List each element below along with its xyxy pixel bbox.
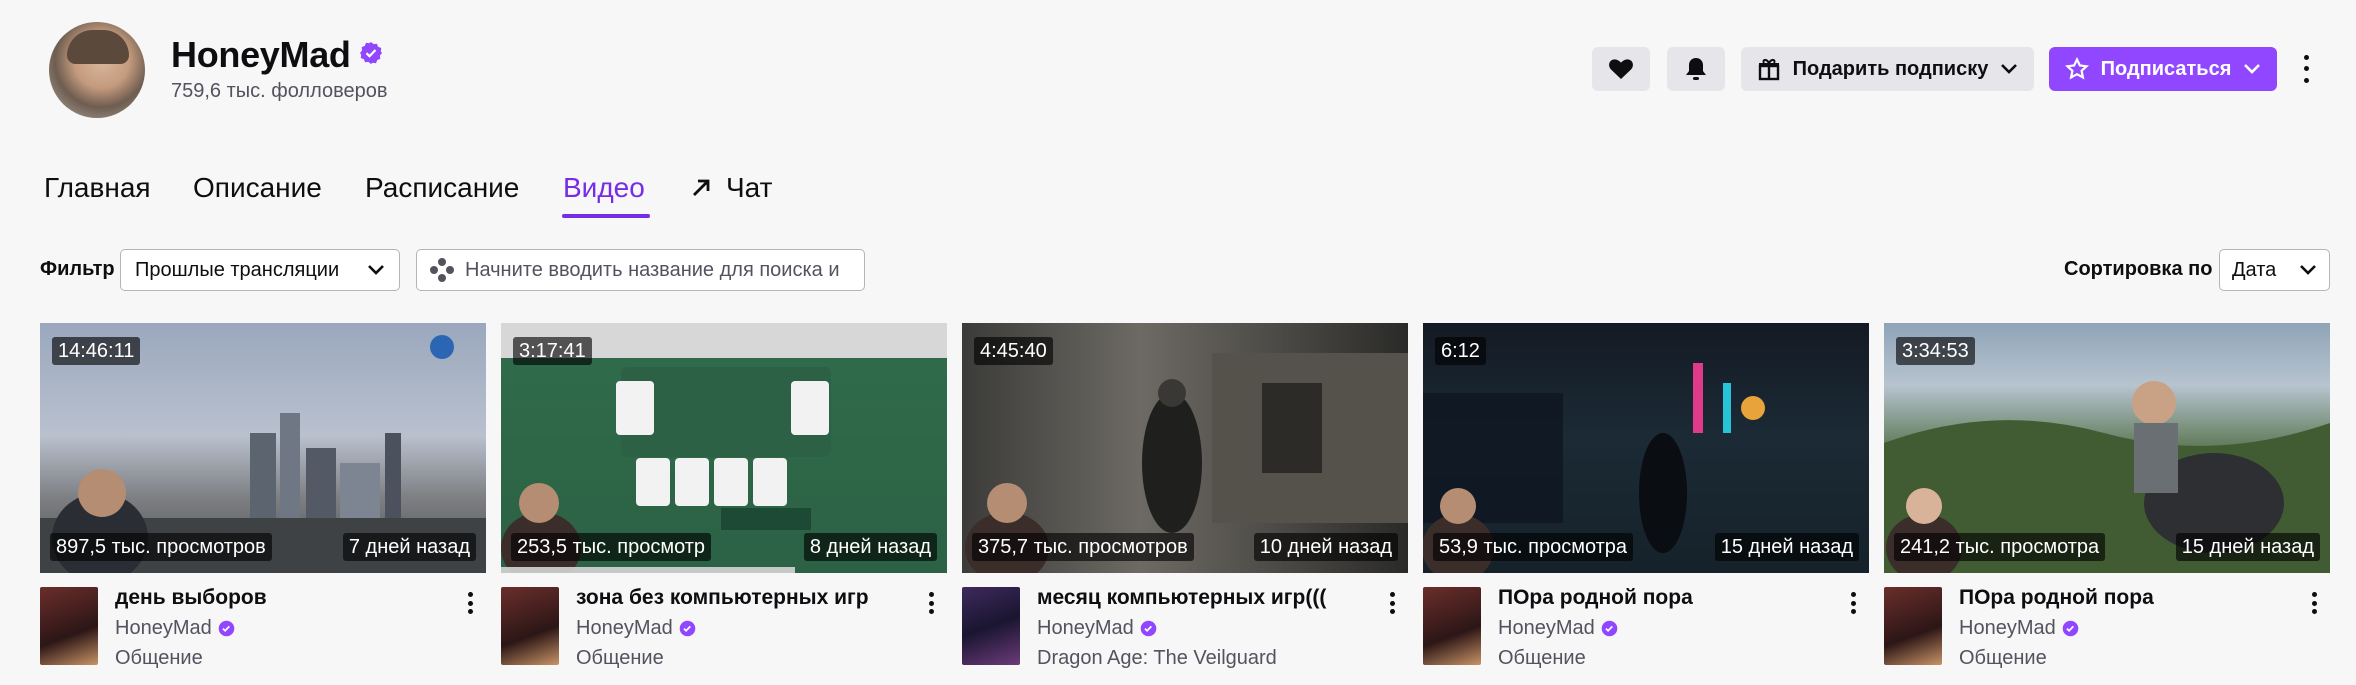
active-tab-indicator bbox=[562, 214, 650, 218]
follower-count: 759,6 тыс. фолловеров bbox=[171, 80, 388, 102]
video-views: 241,2 тыс. просмотра bbox=[1894, 533, 2106, 561]
verified-badge-icon bbox=[2062, 620, 2079, 637]
notifications-button[interactable] bbox=[1667, 47, 1725, 91]
gift-icon bbox=[1758, 59, 1779, 81]
video-age: 7 дней назад bbox=[342, 533, 476, 561]
category-box-art[interactable] bbox=[40, 587, 98, 665]
video-duration: 6:12 bbox=[1435, 337, 1486, 365]
video-more-options-icon[interactable] bbox=[925, 592, 937, 614]
video-more-options-icon[interactable] bbox=[1847, 592, 1859, 614]
video-duration: 4:45:40 bbox=[974, 337, 1053, 365]
chevron-down-icon bbox=[2300, 265, 2316, 275]
video-card[interactable]: 6:12 53,9 тыс. просмотра 15 дней назад П… bbox=[1423, 323, 1869, 670]
subscribe-label: Подписаться bbox=[2100, 57, 2232, 80]
gift-subscription-label: Подарить подписку bbox=[1792, 57, 1989, 80]
video-age: 15 дней назад bbox=[1714, 533, 1859, 561]
video-category[interactable]: Dragon Age: The Veilguard bbox=[1037, 647, 1277, 670]
filter-select[interactable]: Прошлые трансляции bbox=[120, 249, 400, 291]
chevron-down-icon bbox=[2244, 64, 2261, 74]
video-views: 375,7 тыс. просмотров bbox=[972, 533, 1194, 561]
verified-badge-icon bbox=[679, 620, 696, 637]
follow-button[interactable] bbox=[1592, 47, 1650, 91]
tab-chat[interactable]: Чат bbox=[690, 172, 772, 204]
channel-avatar[interactable] bbox=[49, 22, 145, 118]
video-more-options-icon[interactable] bbox=[464, 592, 476, 614]
video-category[interactable]: Общение bbox=[1498, 647, 1586, 670]
channel-name[interactable]: HoneyMad bbox=[171, 34, 351, 76]
video-age: 15 дней назад bbox=[2175, 533, 2320, 561]
category-box-art[interactable] bbox=[962, 587, 1020, 665]
video-views: 253,5 тыс. просмотр bbox=[511, 533, 712, 561]
tab-home[interactable]: Главная bbox=[44, 172, 151, 204]
sort-label: Сортировка по bbox=[2064, 258, 2213, 280]
heart-icon bbox=[1609, 59, 1633, 79]
filter-select-value: Прошлые трансляции bbox=[135, 258, 340, 281]
verified-badge-icon bbox=[1601, 620, 1618, 637]
video-category[interactable]: Общение bbox=[576, 647, 664, 670]
external-arrow-icon bbox=[693, 179, 710, 196]
video-age: 10 дней назад bbox=[1253, 533, 1398, 561]
tab-schedule[interactable]: Расписание bbox=[365, 172, 519, 204]
video-channel[interactable]: HoneyMad bbox=[1959, 617, 2056, 640]
verified-badge-icon bbox=[360, 42, 382, 64]
chevron-down-icon bbox=[2001, 64, 2018, 74]
tab-about[interactable]: Описание bbox=[193, 172, 322, 204]
video-views: 897,5 тыс. просмотров bbox=[50, 533, 272, 561]
verified-badge-icon bbox=[1140, 620, 1157, 637]
video-card[interactable]: 3:17:41 253,5 тыс. просмотр 8 дней назад… bbox=[501, 323, 947, 670]
video-card[interactable]: 3:34:53 241,2 тыс. просмотра 15 дней наз… bbox=[1884, 323, 2330, 670]
category-box-art[interactable] bbox=[501, 587, 559, 665]
video-title[interactable]: месяц компьютерных игр((( bbox=[1037, 586, 1326, 610]
more-options-icon[interactable] bbox=[2296, 52, 2316, 86]
video-duration: 3:34:53 bbox=[1896, 337, 1975, 365]
bell-icon bbox=[1686, 58, 1706, 80]
filter-label: Фильтр bbox=[40, 258, 115, 280]
video-thumbnail[interactable]: 6:12 53,9 тыс. просмотра 15 дней назад bbox=[1423, 323, 1869, 573]
sort-select[interactable]: Дата bbox=[2219, 249, 2330, 291]
gamepad-icon bbox=[430, 258, 454, 282]
video-channel[interactable]: HoneyMad bbox=[115, 617, 212, 640]
star-icon bbox=[2064, 57, 2089, 80]
video-channel[interactable]: HoneyMad bbox=[1498, 617, 1595, 640]
tab-chat-label: Чат bbox=[726, 172, 773, 203]
chevron-down-icon bbox=[368, 265, 384, 275]
video-thumbnail[interactable]: 3:17:41 253,5 тыс. просмотр 8 дней назад bbox=[501, 323, 947, 573]
video-duration: 14:46:11 bbox=[52, 337, 141, 365]
video-card[interactable]: 14:46:11 897,5 тыс. просмотров 7 дней на… bbox=[40, 323, 486, 670]
subscribe-button[interactable]: Подписаться bbox=[2049, 47, 2277, 91]
gift-subscription-button[interactable]: Подарить подписку bbox=[1741, 47, 2034, 91]
video-duration: 3:17:41 bbox=[513, 337, 592, 365]
video-thumbnail[interactable]: 4:45:40 375,7 тыс. просмотров 10 дней на… bbox=[962, 323, 1408, 573]
video-age: 8 дней назад bbox=[803, 533, 937, 561]
video-search-input[interactable]: Начните вводить название для поиска и bbox=[416, 249, 865, 291]
video-thumbnail[interactable]: 14:46:11 897,5 тыс. просмотров 7 дней на… bbox=[40, 323, 486, 573]
verified-badge-icon bbox=[218, 620, 235, 637]
video-title[interactable]: зона без компьютерных игр bbox=[576, 586, 869, 610]
sort-select-value: Дата bbox=[2232, 258, 2277, 281]
video-category[interactable]: Общение bbox=[115, 647, 203, 670]
video-title[interactable]: ПОра родной пора bbox=[1959, 586, 2154, 610]
video-more-options-icon[interactable] bbox=[1386, 592, 1398, 614]
video-title[interactable]: ПОра родной пора bbox=[1498, 586, 1693, 610]
video-title[interactable]: день выборов bbox=[115, 586, 267, 610]
video-views: 53,9 тыс. просмотра bbox=[1433, 533, 1634, 561]
video-more-options-icon[interactable] bbox=[2308, 592, 2320, 614]
video-card[interactable]: 4:45:40 375,7 тыс. просмотров 10 дней на… bbox=[962, 323, 1408, 670]
category-box-art[interactable] bbox=[1423, 587, 1481, 665]
video-channel[interactable]: HoneyMad bbox=[576, 617, 673, 640]
video-category[interactable]: Общение bbox=[1959, 647, 2047, 670]
search-placeholder: Начните вводить название для поиска и bbox=[465, 258, 840, 281]
video-thumbnail[interactable]: 3:34:53 241,2 тыс. просмотра 15 дней наз… bbox=[1884, 323, 2330, 573]
tab-videos[interactable]: Видео bbox=[563, 172, 645, 204]
video-channel[interactable]: HoneyMad bbox=[1037, 617, 1134, 640]
category-box-art[interactable] bbox=[1884, 587, 1942, 665]
